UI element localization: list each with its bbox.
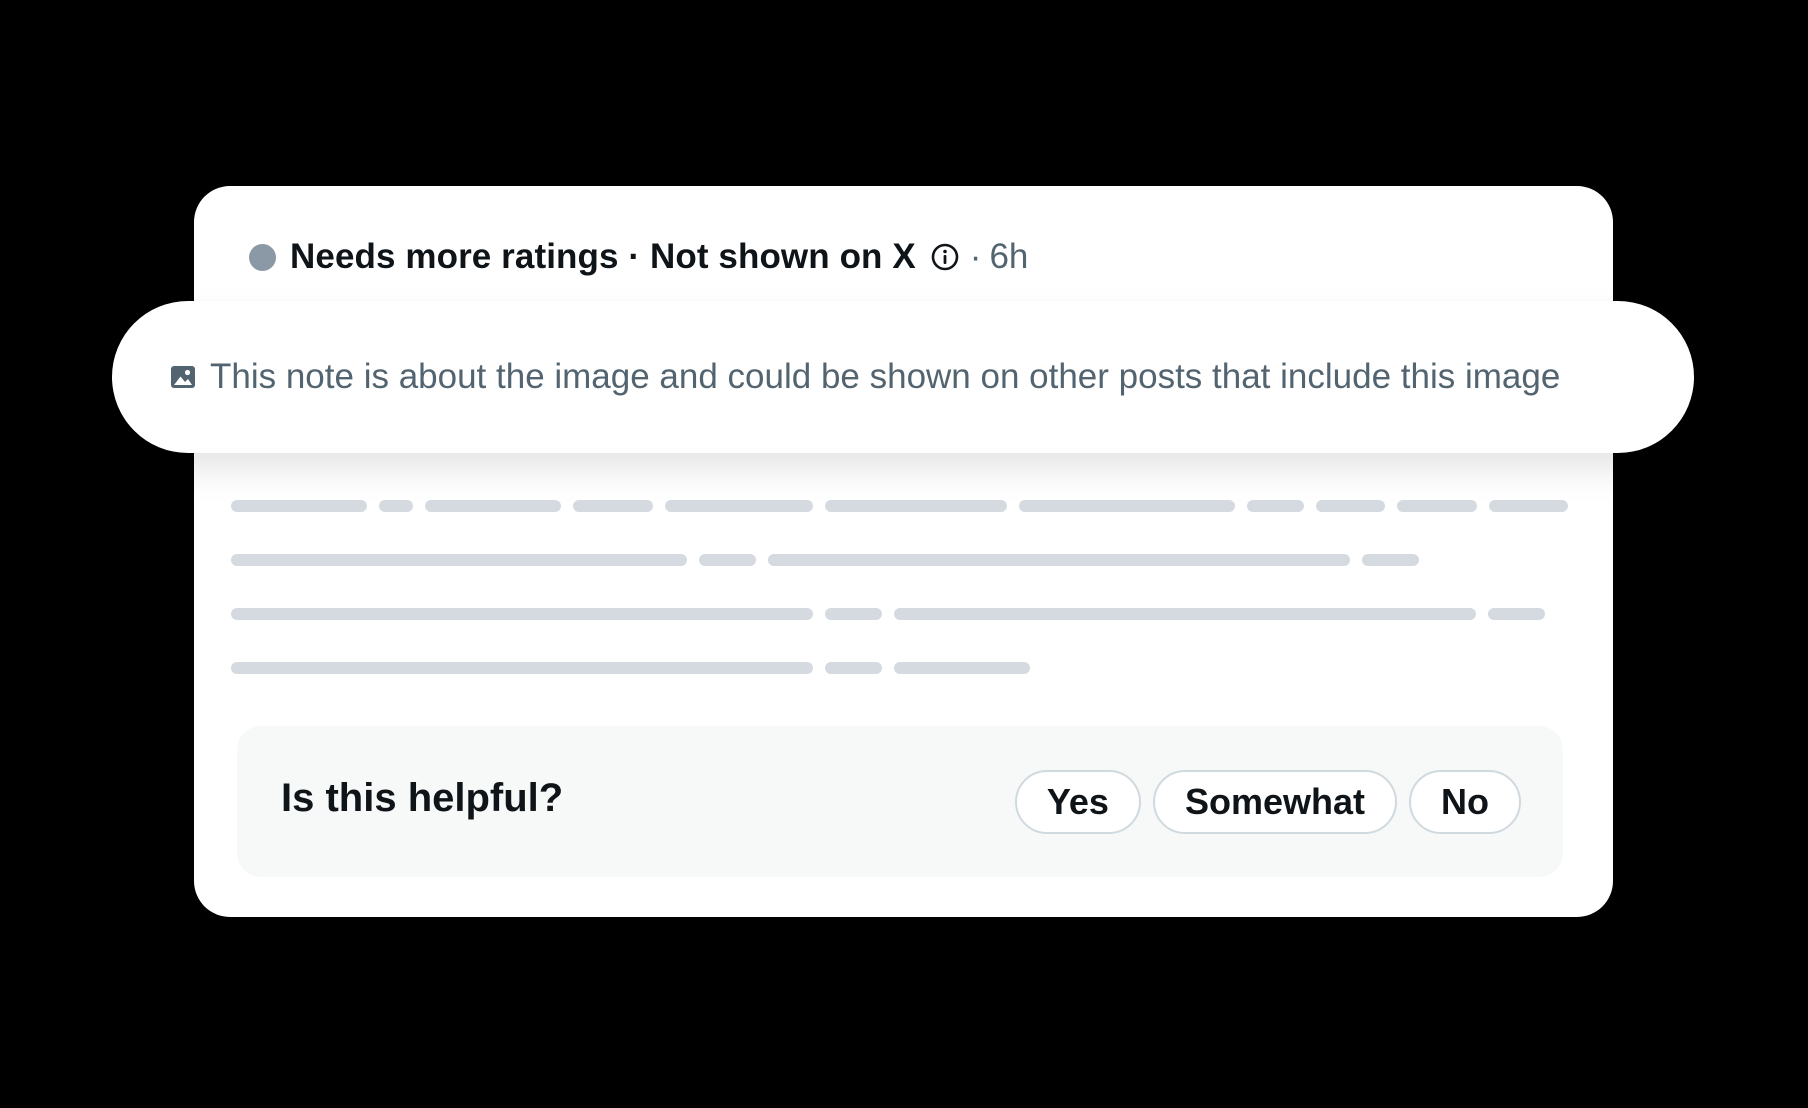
skeleton-segment [768, 554, 1350, 566]
skeleton-segment [825, 662, 882, 674]
rate-somewhat-button[interactable]: Somewhat [1152, 770, 1397, 834]
status-dot-icon [249, 243, 276, 271]
note-timestamp: 6h [989, 237, 1029, 276]
rating-options: Yes Somewhat No [1014, 770, 1521, 834]
image-note-notice: This note is about the image and could b… [112, 301, 1694, 453]
info-circle-icon[interactable] [930, 242, 960, 272]
skeleton-segment [665, 500, 813, 512]
skeleton-line [231, 554, 1591, 566]
rate-yes-button[interactable]: Yes [1014, 770, 1141, 834]
skeleton-segment [425, 500, 561, 512]
skeleton-segment [231, 608, 813, 620]
timestamp-separator: · [969, 237, 982, 276]
helpful-question: Is this helpful? [281, 776, 564, 820]
note-body-skeleton [231, 500, 1591, 716]
skeleton-segment [1247, 500, 1304, 512]
skeleton-line [231, 662, 1591, 674]
skeleton-segment [894, 608, 1476, 620]
skeleton-segment [573, 500, 653, 512]
skeleton-segment [379, 500, 413, 512]
skeleton-line [231, 500, 1591, 512]
helpful-rating-panel: Is this helpful? Yes Somewhat No [237, 726, 1563, 877]
skeleton-segment [231, 554, 687, 566]
image-icon [170, 364, 196, 390]
skeleton-segment [231, 662, 813, 674]
rate-no-button[interactable]: No [1409, 770, 1521, 834]
skeleton-line [231, 608, 1591, 620]
image-notice-text: This note is about the image and could b… [210, 357, 1561, 396]
skeleton-segment [1488, 608, 1545, 620]
community-note-card: Needs more ratings · Not shown on X · 6h [194, 186, 1613, 917]
stage: Needs more ratings · Not shown on X · 6h [0, 0, 1808, 1108]
skeleton-segment [1019, 500, 1235, 512]
note-header: Needs more ratings · Not shown on X · 6h [249, 232, 1028, 282]
skeleton-segment [1489, 500, 1568, 512]
skeleton-segment [825, 500, 1007, 512]
skeleton-segment [894, 662, 1030, 674]
skeleton-segment [825, 608, 882, 620]
skeleton-segment [1316, 500, 1385, 512]
skeleton-segment [1397, 500, 1477, 512]
note-status-label: Needs more ratings · Not shown on X [290, 237, 916, 276]
skeleton-segment [231, 500, 367, 512]
skeleton-segment [1362, 554, 1419, 566]
skeleton-segment [699, 554, 756, 566]
